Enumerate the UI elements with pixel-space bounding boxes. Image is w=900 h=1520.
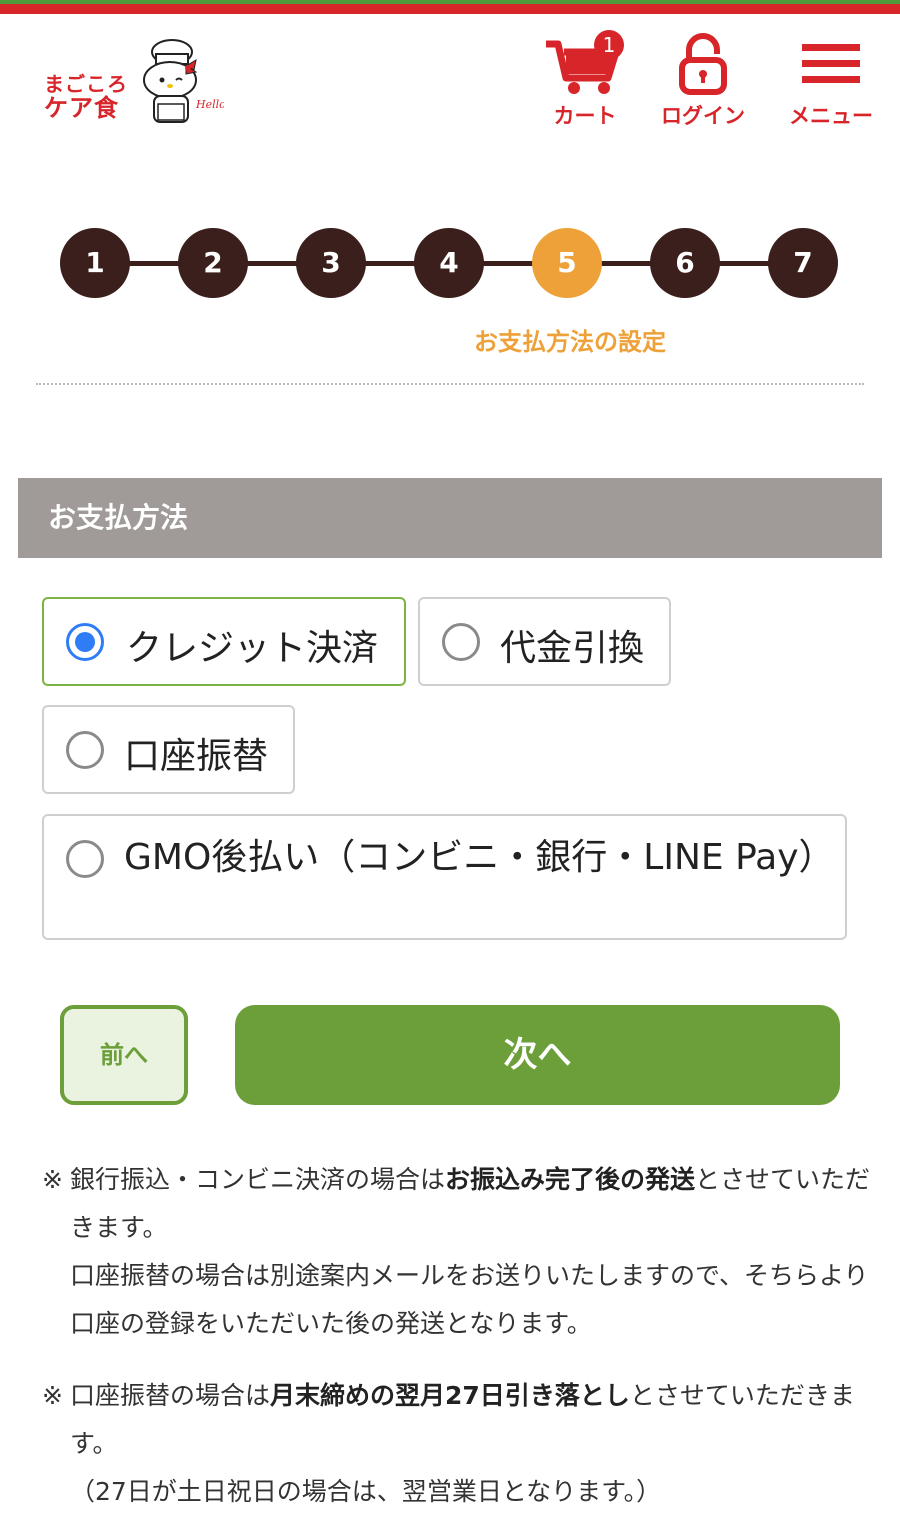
note-text: 銀行振込・コンビニ決済の場合は [70, 1165, 446, 1194]
hamburger-menu-icon [776, 30, 886, 98]
note-text: 口座振替の場合は別途案内メールをお送りいたしますので、そちらより口座の登録をいた… [70, 1261, 869, 1338]
radio-bank-transfer[interactable] [66, 731, 104, 769]
hello-kitty-chef-icon: Hello Kitty [143, 39, 224, 123]
radio-credit[interactable] [66, 623, 104, 661]
cart-count-badge: 1 [594, 30, 624, 60]
cart-label: カート [553, 104, 617, 128]
prev-button[interactable]: 前へ [60, 1005, 188, 1105]
note-shipping: ※ 銀行振込・コンビニ決済の場合はお振込み完了後の発送とさせていただきます。 口座… [42, 1156, 872, 1348]
step-2: 2 [178, 228, 248, 298]
logo-line1: まごころ [44, 72, 128, 96]
step-7: 7 [768, 228, 838, 298]
step-3: 3 [296, 228, 366, 298]
cart-icon: 1 [530, 30, 640, 98]
note-body: 口座振替の場合は月末締めの翌月27日引き落としとさせていただきます。 （27日が土… [42, 1372, 872, 1516]
step-1: 1 [60, 228, 130, 298]
note-emphasis: 月末締めの翌月27日引き落とし [270, 1381, 630, 1410]
active-step-caption: お支払方法の設定 [474, 328, 666, 356]
site-header: まごころ ケア食 Hello Kitty 1 カート [0, 14, 900, 144]
payment-option-label: 代金引換 [500, 628, 645, 669]
login-label: ログイン [661, 104, 745, 128]
logo-text: まごころ ケア食 [44, 72, 128, 120]
menu-label: メニュー [789, 104, 873, 128]
step-4: 4 [414, 228, 484, 298]
note-bank-transfer: ※ 口座振替の場合は月末締めの翌月27日引き落としとさせていただきます。 （27日… [42, 1372, 872, 1516]
payment-option-label: クレジット決済 [126, 628, 379, 669]
note-mark: ※ [42, 1381, 63, 1410]
site-logo[interactable]: まごころ ケア食 Hello Kitty [44, 28, 224, 128]
logo-kitty-text: Hello Kitty [195, 98, 224, 111]
payment-option-credit[interactable]: クレジット決済 [42, 597, 406, 686]
note-body: 銀行振込・コンビニ決済の場合はお振込み完了後の発送とさせていただきます。 口座振替… [42, 1156, 872, 1348]
step-6: 6 [650, 228, 720, 298]
logo-line2: ケア食 [44, 94, 119, 122]
login-button[interactable]: ログイン [648, 30, 758, 130]
next-button[interactable]: 次へ [235, 1005, 840, 1105]
payment-option-gmo[interactable]: GMO後払い（コンビニ・銀行・LINE Pay） [42, 814, 847, 940]
payment-option-label: 口座振替 [124, 736, 269, 777]
menu-button[interactable]: メニュー [776, 30, 886, 130]
payment-option-label: GMO後払い（コンビニ・銀行・LINE Pay） [124, 837, 835, 878]
note-text: （27日が土日祝日の場合は、翌営業日となります。） [70, 1477, 662, 1506]
top-stripe [0, 0, 900, 14]
payment-option-bank-transfer[interactable]: 口座振替 [42, 705, 295, 794]
note-mark: ※ [42, 1165, 63, 1194]
checkout-step-indicator: 1 2 3 4 5 6 7 [60, 228, 840, 300]
payment-option-cod[interactable]: 代金引換 [418, 597, 671, 686]
unlock-icon [648, 30, 758, 98]
step-5-active: 5 [532, 228, 602, 298]
note-text: 口座振替の場合は [70, 1381, 271, 1410]
cart-button[interactable]: 1 カート [530, 30, 640, 130]
radio-cod[interactable] [442, 623, 480, 661]
divider [36, 383, 864, 385]
payment-section-title: お支払方法 [18, 478, 882, 558]
note-emphasis: お振込み完了後の発送 [445, 1165, 696, 1194]
